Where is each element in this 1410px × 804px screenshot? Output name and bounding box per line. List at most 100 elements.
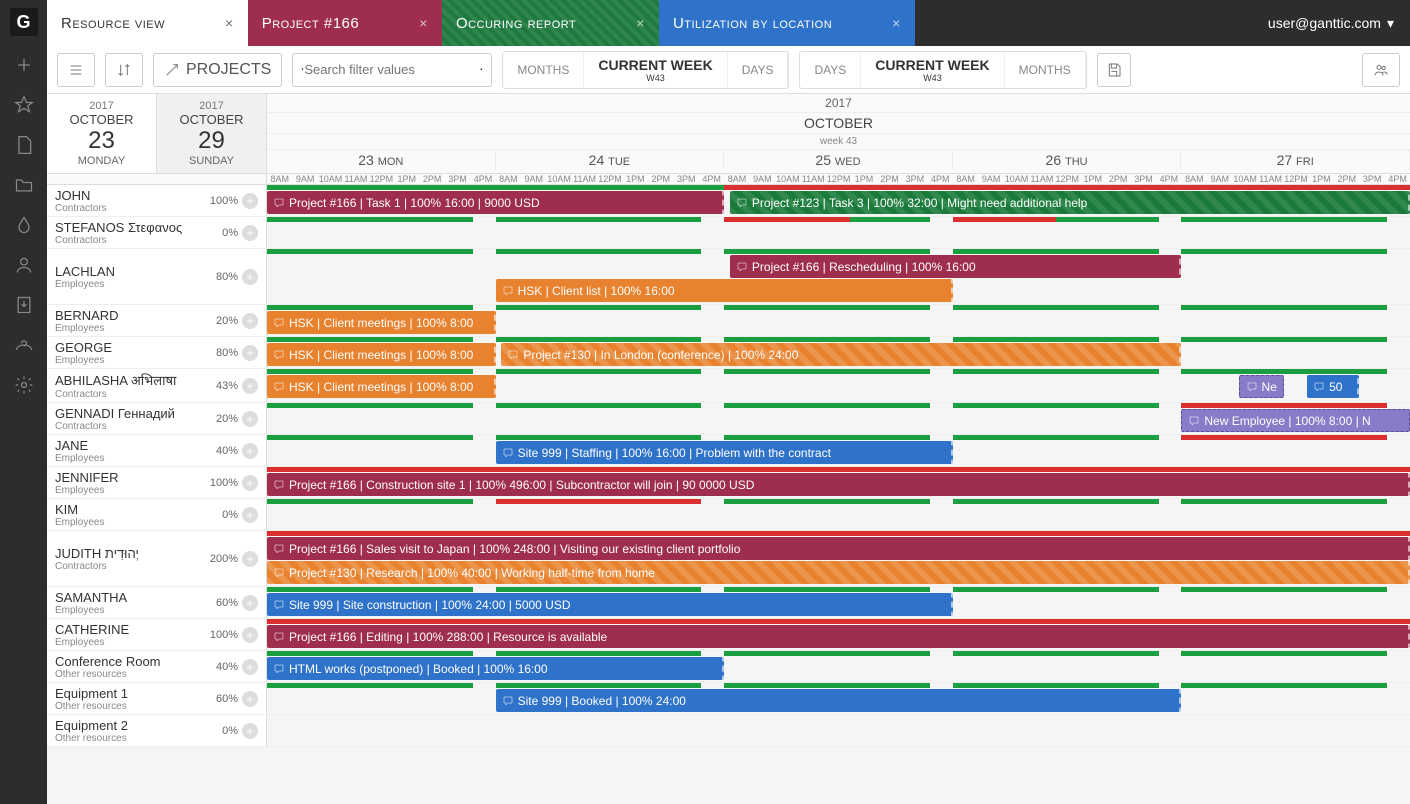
add-task-button[interactable]: +	[242, 659, 258, 675]
resource-label[interactable]: JANEEmployees40%+	[47, 435, 267, 466]
add-task-button[interactable]: +	[242, 411, 258, 427]
resource-label[interactable]: Equipment 1Other resources60%+	[47, 683, 267, 714]
task-bar[interactable]: 50	[1307, 375, 1358, 398]
close-icon[interactable]: ×	[225, 15, 234, 31]
task-bar[interactable]: HSK | Client meetings | 100% 8:00	[267, 343, 496, 366]
tab-project-166[interactable]: Project #166×	[248, 0, 442, 46]
people-button[interactable]	[1362, 53, 1400, 87]
resource-label[interactable]: JENNIFEREmployees100%+	[47, 467, 267, 498]
sort-button[interactable]	[105, 53, 143, 87]
task-bar[interactable]: Project #166 | Construction site 1 | 100…	[267, 473, 1410, 496]
task-bar[interactable]: HSK | Client list | 100% 16:00	[496, 279, 953, 302]
task-bar[interactable]: HSK | Client meetings | 100% 8:00	[267, 311, 496, 334]
resource-timeline[interactable]: HSK | Client meetings | 100% 8:00	[267, 305, 1410, 336]
add-task-button[interactable]: +	[242, 723, 258, 739]
day-col[interactable]: 27 FRI	[1181, 150, 1410, 170]
nav-months-2[interactable]: MONTHS	[1005, 52, 1086, 88]
resource-label[interactable]: Equipment 2Other resources0%+	[47, 715, 267, 746]
gear-icon[interactable]	[13, 374, 35, 396]
resource-label[interactable]: BERNARDEmployees20%+	[47, 305, 267, 336]
add-task-button[interactable]: +	[242, 269, 258, 285]
time-nav-right[interactable]: DAYS CURRENT WEEKW43 MONTHS	[799, 51, 1086, 89]
projects-button[interactable]: PROJECTS	[153, 53, 282, 87]
resource-timeline[interactable]: HSK | Client meetings | 100% 8:00Project…	[267, 337, 1410, 368]
task-bar[interactable]: Project #123 | Task 3 | 100% 32:00 | Mig…	[730, 191, 1410, 214]
task-bar[interactable]: New Employee | 100% 8:00 | N	[1181, 409, 1410, 432]
resource-label[interactable]: GENNADI ГеннадийContractors20%+	[47, 403, 267, 434]
person-icon[interactable]	[13, 254, 35, 276]
star-icon[interactable]	[13, 94, 35, 116]
import-icon[interactable]	[13, 294, 35, 316]
resource-label[interactable]: GEORGEEmployees80%+	[47, 337, 267, 368]
add-task-button[interactable]: +	[242, 595, 258, 611]
nav-days-2[interactable]: DAYS	[800, 52, 861, 88]
add-task-button[interactable]: +	[242, 443, 258, 459]
task-bar[interactable]: HSK | Client meetings | 100% 8:00	[267, 375, 496, 398]
nav-months[interactable]: MONTHS	[503, 52, 584, 88]
add-task-button[interactable]: +	[242, 225, 258, 241]
task-bar[interactable]: Project #166 | Sales visit to Japan | 10…	[267, 537, 1410, 560]
tab-resource-view[interactable]: Resource view×	[47, 0, 248, 46]
task-bar[interactable]: Project #166 | Task 1 | 100% 16:00 | 900…	[267, 191, 724, 214]
nav-current-week[interactable]: CURRENT WEEKW43	[584, 52, 727, 88]
file-icon[interactable]	[13, 134, 35, 156]
logo[interactable]: G	[10, 8, 38, 36]
resource-timeline[interactable]: Project #166 | Construction site 1 | 100…	[267, 467, 1410, 498]
resource-timeline[interactable]: Project #166 | Editing | 100% 288:00 | R…	[267, 619, 1410, 650]
add-task-button[interactable]: +	[242, 345, 258, 361]
resource-timeline[interactable]: Project #166 | Rescheduling | 100% 16:00…	[267, 249, 1410, 304]
resource-timeline[interactable]	[267, 715, 1410, 746]
task-bar[interactable]: Project #130 | In London (conference) | …	[501, 343, 1181, 366]
nav-days[interactable]: DAYS	[728, 52, 789, 88]
resource-label[interactable]: KIMEmployees0%+	[47, 499, 267, 530]
add-task-button[interactable]: +	[242, 193, 258, 209]
task-bar[interactable]: Site 999 | Site construction | 100% 24:0…	[267, 593, 953, 616]
resource-label[interactable]: SAMANTHAEmployees60%+	[47, 587, 267, 618]
resource-timeline[interactable]	[267, 499, 1410, 530]
day-col[interactable]: 26 THU	[953, 150, 1182, 170]
add-task-button[interactable]: +	[242, 475, 258, 491]
resource-timeline[interactable]: HSK | Client meetings | 100% 8:00Ne50	[267, 369, 1410, 402]
add-task-button[interactable]: +	[242, 507, 258, 523]
gantt-grid[interactable]: JOHNContractors100%+Project #166 | Task …	[47, 185, 1410, 804]
close-icon[interactable]: ×	[636, 15, 645, 31]
resource-timeline[interactable]: Project #166 | Task 1 | 100% 16:00 | 900…	[267, 185, 1410, 216]
resource-timeline[interactable]: Site 999 | Staffing | 100% 16:00 | Probl…	[267, 435, 1410, 466]
close-icon[interactable]: ×	[419, 15, 428, 31]
drop-icon[interactable]	[13, 214, 35, 236]
add-task-button[interactable]: +	[242, 551, 258, 567]
add-task-button[interactable]: +	[242, 627, 258, 643]
task-bar[interactable]: Project #166 | Editing | 100% 288:00 | R…	[267, 625, 1410, 648]
resource-label[interactable]: JOHNContractors100%+	[47, 185, 267, 216]
resource-timeline[interactable]: Project #166 | Sales visit to Japan | 10…	[267, 531, 1410, 586]
tab-utilization-by-location[interactable]: Utilization by location×	[659, 0, 915, 46]
help-icon[interactable]	[13, 334, 35, 356]
search-input[interactable]	[304, 62, 480, 77]
date-box[interactable]: 2017OCTOBER23MONDAY	[47, 94, 157, 173]
task-bar[interactable]: Project #130 | Research | 100% 40:00 | W…	[267, 561, 1410, 584]
resource-label[interactable]: JUDITH יְהוּדִיתContractors200%+	[47, 531, 267, 586]
task-bar[interactable]: Site 999 | Booked | 100% 24:00	[496, 689, 1182, 712]
resource-timeline[interactable]: New Employee | 100% 8:00 | N	[267, 403, 1410, 434]
day-col[interactable]: 24 TUE	[496, 150, 725, 170]
list-view-button[interactable]	[57, 53, 95, 87]
nav-current-week-2[interactable]: CURRENT WEEKW43	[861, 52, 1004, 88]
resource-label[interactable]: ABHILASHA अभिलाषाContractors43%+	[47, 369, 267, 402]
resource-timeline[interactable]: Site 999 | Booked | 100% 24:00	[267, 683, 1410, 714]
add-task-button[interactable]: +	[242, 378, 258, 394]
filter-search[interactable]	[292, 53, 492, 87]
resource-timeline[interactable]: Site 999 | Site construction | 100% 24:0…	[267, 587, 1410, 618]
resource-timeline[interactable]: HTML works (postponed) | Booked | 100% 1…	[267, 651, 1410, 682]
resource-label[interactable]: CATHERINEEmployees100%+	[47, 619, 267, 650]
task-bar[interactable]: HTML works (postponed) | Booked | 100% 1…	[267, 657, 724, 680]
resource-timeline[interactable]	[267, 217, 1410, 248]
tab-occuring-report[interactable]: Occuring report×	[442, 0, 659, 46]
folder-icon[interactable]	[13, 174, 35, 196]
resource-label[interactable]: Conference RoomOther resources40%+	[47, 651, 267, 682]
user-menu[interactable]: user@ganttic.com ▾	[1252, 0, 1410, 46]
save-button[interactable]	[1097, 53, 1131, 87]
add-task-button[interactable]: +	[242, 313, 258, 329]
task-bar[interactable]: Site 999 | Staffing | 100% 16:00 | Probl…	[496, 441, 953, 464]
resource-label[interactable]: LACHLANEmployees80%+	[47, 249, 267, 304]
plus-icon[interactable]	[13, 54, 35, 76]
